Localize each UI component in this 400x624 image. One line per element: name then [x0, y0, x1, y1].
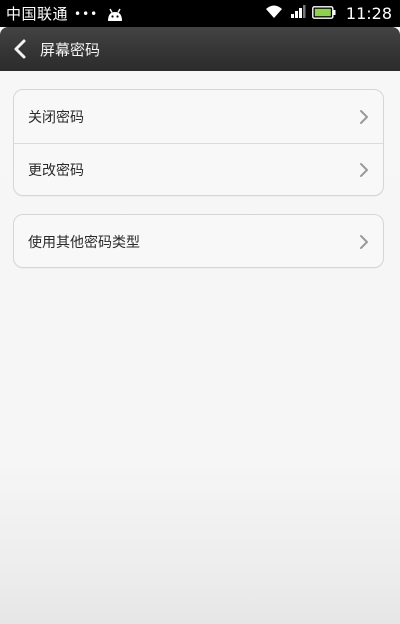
status-bar: 中国联通 ••• 11:28 [0, 0, 400, 27]
list-item-change-password[interactable]: 更改密码 [14, 143, 383, 195]
back-arrow-icon[interactable] [12, 38, 28, 60]
list-item-label: 关闭密码 [28, 109, 84, 126]
status-icons: 11:28 [264, 4, 392, 23]
chevron-right-icon [359, 234, 369, 250]
chevron-right-icon [359, 109, 369, 125]
list-item-label: 更改密码 [28, 163, 84, 179]
battery-icon [311, 4, 336, 23]
page-title: 屏幕密码 [40, 40, 101, 59]
signal-icon [290, 4, 306, 23]
wifi-icon [264, 4, 284, 23]
title-bar: 屏幕密码 [0, 27, 400, 71]
password-type-group: 使用其他密码类型 [13, 214, 384, 268]
chevron-right-icon [359, 162, 369, 178]
carrier-name: 中国联通 [6, 5, 69, 23]
notification-dots: ••• [74, 6, 99, 21]
android-icon [106, 7, 124, 21]
clock: 11:28 [345, 4, 392, 23]
list-item-label: 使用其他密码类型 [28, 234, 140, 251]
password-options-group: 关闭密码 更改密码 [13, 89, 384, 196]
list-item-other-password-type[interactable]: 使用其他密码类型 [14, 215, 383, 267]
list-item-disable-password[interactable]: 关闭密码 [14, 90, 383, 143]
